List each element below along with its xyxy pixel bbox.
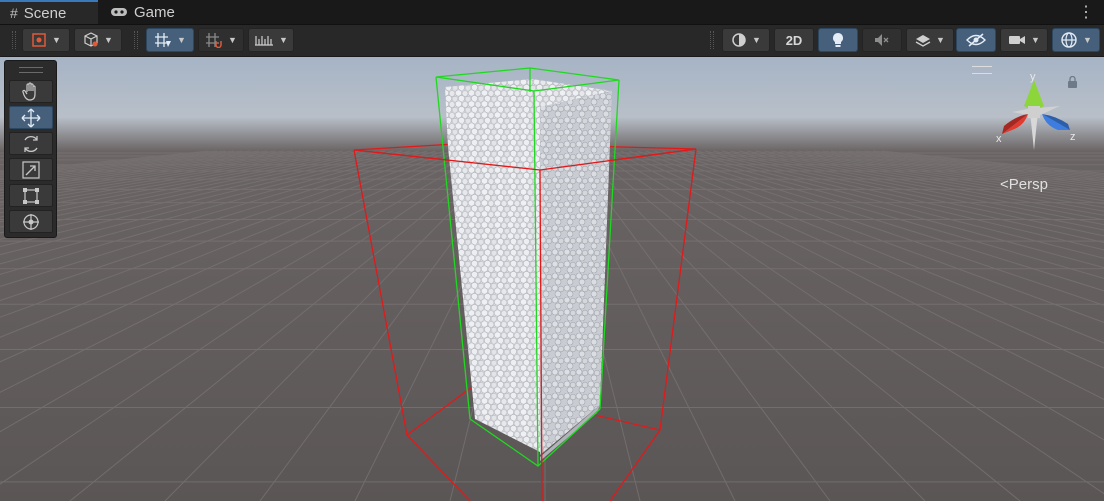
eye-hidden-icon <box>966 33 986 47</box>
gizmo-center-cube[interactable] <box>1028 106 1040 118</box>
projection-toggle[interactable]: <Persp <box>1000 176 1048 193</box>
move-arrows-icon <box>21 108 41 127</box>
move-tool-button[interactable] <box>9 106 53 129</box>
audio-toggle[interactable] <box>862 28 902 52</box>
scene-viewport[interactable] <box>0 57 1104 501</box>
chevron-down-icon: ▼ <box>104 35 113 45</box>
rotate-tool-button[interactable] <box>9 132 53 155</box>
tab-scene[interactable]: # Scene <box>0 0 98 24</box>
chevron-down-icon: ▼ <box>752 35 761 45</box>
rotate-icon <box>24 135 38 152</box>
perspective-chevron-icon: < <box>1000 176 1009 193</box>
render-paths-dropdown[interactable]: ▼ <box>74 28 122 52</box>
kebab-menu-icon[interactable]: ⋮ <box>1078 2 1094 22</box>
rect-tool-button[interactable] <box>9 184 53 207</box>
tab-game[interactable]: Game <box>100 0 190 24</box>
palette-drag-handle[interactable] <box>19 67 43 73</box>
ruler-icon <box>255 36 274 46</box>
grid-magnet-icon <box>206 33 222 48</box>
gizmos-dropdown[interactable]: ▼ <box>1052 28 1100 52</box>
tool-palette <box>4 60 57 238</box>
orientation-gizmo[interactable]: y x z <box>990 68 1080 158</box>
scale-tool-button[interactable] <box>9 158 53 181</box>
scale-icon <box>22 160 40 179</box>
toolbar-grip[interactable] <box>134 31 138 49</box>
camera-icon <box>1009 36 1026 44</box>
grid-snap-toggle[interactable]: ▼ <box>146 28 194 52</box>
scene-toolbar: ▼ ▼ ▼ ▼ ▼ ▼ 2D ▼ ▼ ▼ <box>0 25 1104 57</box>
rect-transform-icon <box>23 187 39 204</box>
shading-mode-dropdown[interactable]: ▼ <box>722 28 770 52</box>
effects-dropdown[interactable]: ▼ <box>906 28 954 52</box>
layers-effects-icon <box>915 35 931 47</box>
gamepad-icon <box>110 4 128 20</box>
tab-game-label: Game <box>134 3 175 21</box>
tab-scene-label: Scene <box>23 4 67 22</box>
lightbulb-icon <box>833 33 843 47</box>
scene-canvas[interactable] <box>0 57 1104 501</box>
gizmo-z-label: z <box>1070 131 1076 143</box>
chevron-down-icon: ▼ <box>936 35 945 45</box>
scene-visibility-toggle[interactable] <box>956 28 996 52</box>
transform-tool-button[interactable] <box>9 210 53 233</box>
gizmo-globe-icon <box>1061 32 1077 48</box>
chevron-down-icon: ▼ <box>228 35 237 45</box>
hand-icon <box>22 81 36 101</box>
gizmo-y-axis[interactable] <box>1024 80 1044 109</box>
toolbar-grip[interactable] <box>710 31 714 49</box>
chevron-down-icon: ▼ <box>1031 35 1040 45</box>
increment-snap-dropdown[interactable]: ▼ <box>198 28 244 52</box>
cube-icon <box>84 32 98 47</box>
chevron-down-icon: ▼ <box>279 35 288 45</box>
gizmo-y-label: y <box>1030 71 1036 83</box>
hash-grid-icon: # <box>10 5 18 21</box>
camera-dropdown[interactable]: ▼ <box>1000 28 1048 52</box>
gizmo-neg-x-axis[interactable] <box>1038 106 1060 116</box>
grid-snap-icon <box>155 33 172 47</box>
tab-bar: # Scene Game ⋮ <box>0 0 1104 25</box>
shading-sphere-icon <box>732 33 746 47</box>
gizmo-menu-icon[interactable] <box>972 66 992 74</box>
toggle-2d-label: 2D <box>785 32 803 48</box>
chevron-down-icon: ▼ <box>1083 35 1092 45</box>
hand-tool-button[interactable] <box>9 80 53 103</box>
projection-label: Persp <box>1008 176 1048 193</box>
snap-settings-dropdown[interactable]: ▼ <box>248 28 294 52</box>
toolbar-grip[interactable] <box>12 31 16 49</box>
gizmo-x-label: x <box>996 133 1002 145</box>
chevron-down-icon: ▼ <box>177 35 186 45</box>
chevron-down-icon: ▼ <box>52 35 61 45</box>
toggle-2d-button[interactable]: 2D <box>774 28 814 52</box>
draw-mode-icon <box>32 33 46 47</box>
audio-mute-icon <box>875 34 889 46</box>
lighting-toggle[interactable] <box>818 28 858 52</box>
draw-mode-dropdown[interactable]: ▼ <box>22 28 70 52</box>
transform-icon <box>23 213 39 230</box>
